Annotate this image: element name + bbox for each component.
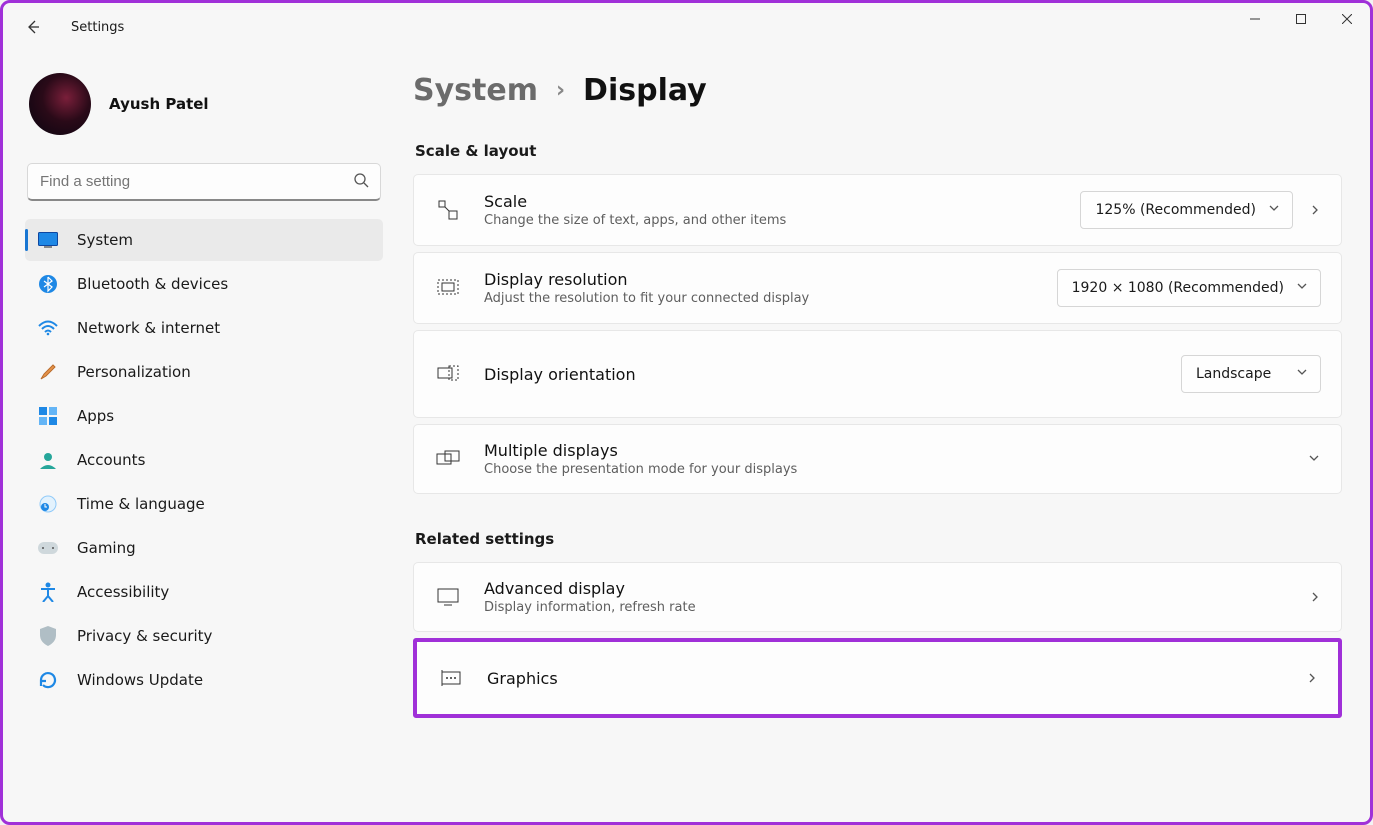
titlebar: Settings [3, 3, 1370, 51]
main-content: System › Display Scale & layout Scale Ch… [393, 51, 1370, 822]
sidebar-item-label: Network & internet [77, 319, 220, 337]
brush-icon [37, 361, 59, 383]
system-icon [37, 229, 59, 251]
gaming-icon [37, 537, 59, 559]
nav-list: System Bluetooth & devices Network & int… [25, 219, 383, 701]
row-title: Graphics [487, 669, 1284, 688]
monitor-icon [434, 583, 462, 611]
close-icon [1342, 14, 1352, 24]
chevron-down-icon [1296, 280, 1308, 296]
sidebar-item-label: Gaming [77, 539, 136, 557]
row-sub: Display information, refresh rate [484, 600, 1287, 615]
sidebar-item-label: Accessibility [77, 583, 169, 601]
sidebar-item-gaming[interactable]: Gaming [25, 527, 383, 569]
row-scale[interactable]: Scale Change the size of text, apps, and… [413, 174, 1342, 246]
sidebar-item-label: Apps [77, 407, 114, 425]
window-controls [1232, 3, 1370, 35]
sidebar-item-label: Personalization [77, 363, 191, 381]
dropdown-value: 125% (Recommended) [1095, 202, 1256, 218]
search-box [27, 163, 381, 201]
chevron-right-icon: › [556, 78, 565, 103]
breadcrumb-current: Display [583, 73, 707, 108]
sidebar-item-label: System [77, 231, 133, 249]
chevron-right-icon [1309, 588, 1321, 607]
row-sub: Adjust the resolution to fit your connec… [484, 291, 1035, 306]
sidebar-item-accounts[interactable]: Accounts [25, 439, 383, 481]
orientation-dropdown[interactable]: Landscape [1181, 355, 1321, 393]
chevron-down-icon [1268, 202, 1280, 218]
sidebar-item-label: Privacy & security [77, 627, 212, 645]
accounts-icon [37, 449, 59, 471]
privacy-icon [37, 625, 59, 647]
breadcrumb: System › Display [413, 73, 1342, 108]
multiple-displays-icon [434, 445, 462, 473]
back-button[interactable] [15, 9, 51, 45]
close-button[interactable] [1324, 3, 1370, 35]
dropdown-value: 1920 × 1080 (Recommended) [1072, 280, 1284, 296]
row-sub: Choose the presentation mode for your di… [484, 462, 1285, 477]
resolution-icon [434, 274, 462, 302]
sidebar-item-apps[interactable]: Apps [25, 395, 383, 437]
section-title-related: Related settings [415, 530, 1342, 548]
scale-icon [434, 196, 462, 224]
chevron-right-icon [1309, 201, 1321, 220]
bluetooth-icon [37, 273, 59, 295]
section-title-scale-layout: Scale & layout [415, 142, 1342, 160]
search-input[interactable] [27, 163, 381, 201]
row-advanced-display[interactable]: Advanced display Display information, re… [413, 562, 1342, 632]
sidebar-item-time[interactable]: Time & language [25, 483, 383, 525]
sidebar-item-label: Windows Update [77, 671, 203, 689]
row-title: Display resolution [484, 270, 1035, 289]
graphics-icon [437, 664, 465, 692]
chevron-down-icon [1296, 366, 1308, 382]
sidebar-item-update[interactable]: Windows Update [25, 659, 383, 701]
minimize-button[interactable] [1232, 3, 1278, 35]
breadcrumb-parent[interactable]: System [413, 73, 538, 108]
row-title: Display orientation [484, 365, 1159, 384]
avatar [29, 73, 91, 135]
sidebar-item-bluetooth[interactable]: Bluetooth & devices [25, 263, 383, 305]
row-title: Multiple displays [484, 441, 1285, 460]
sidebar-item-system[interactable]: System [25, 219, 383, 261]
accessibility-icon [37, 581, 59, 603]
chevron-right-icon [1306, 669, 1318, 688]
row-title: Advanced display [484, 579, 1287, 598]
row-graphics[interactable]: Graphics [413, 638, 1342, 718]
minimize-icon [1250, 14, 1260, 24]
time-icon [37, 493, 59, 515]
row-sub: Change the size of text, apps, and other… [484, 213, 1058, 228]
resolution-dropdown[interactable]: 1920 × 1080 (Recommended) [1057, 269, 1321, 307]
row-title: Scale [484, 192, 1058, 211]
row-resolution[interactable]: Display resolution Adjust the resolution… [413, 252, 1342, 324]
apps-icon [37, 405, 59, 427]
sidebar-item-personalization[interactable]: Personalization [25, 351, 383, 393]
row-multiple-displays[interactable]: Multiple displays Choose the presentatio… [413, 424, 1342, 494]
sidebar-item-network[interactable]: Network & internet [25, 307, 383, 349]
row-orientation[interactable]: Display orientation Landscape [413, 330, 1342, 418]
maximize-icon [1296, 14, 1306, 24]
profile-block[interactable]: Ayush Patel [25, 67, 383, 153]
sidebar-item-privacy[interactable]: Privacy & security [25, 615, 383, 657]
maximize-button[interactable] [1278, 3, 1324, 35]
update-icon [37, 669, 59, 691]
sidebar-item-label: Time & language [77, 495, 205, 513]
sidebar-item-label: Bluetooth & devices [77, 275, 228, 293]
sidebar: Ayush Patel System Bluetooth & devices [3, 51, 393, 822]
profile-name: Ayush Patel [109, 95, 209, 113]
back-arrow-icon [25, 19, 41, 35]
wifi-icon [37, 317, 59, 339]
settings-window: Settings Ayush Patel System [0, 0, 1373, 825]
sidebar-item-accessibility[interactable]: Accessibility [25, 571, 383, 613]
app-title: Settings [71, 20, 124, 35]
sidebar-item-label: Accounts [77, 451, 145, 469]
dropdown-value: Landscape [1196, 366, 1271, 382]
orientation-icon [434, 360, 462, 388]
scale-dropdown[interactable]: 125% (Recommended) [1080, 191, 1293, 229]
chevron-down-icon [1307, 450, 1321, 469]
